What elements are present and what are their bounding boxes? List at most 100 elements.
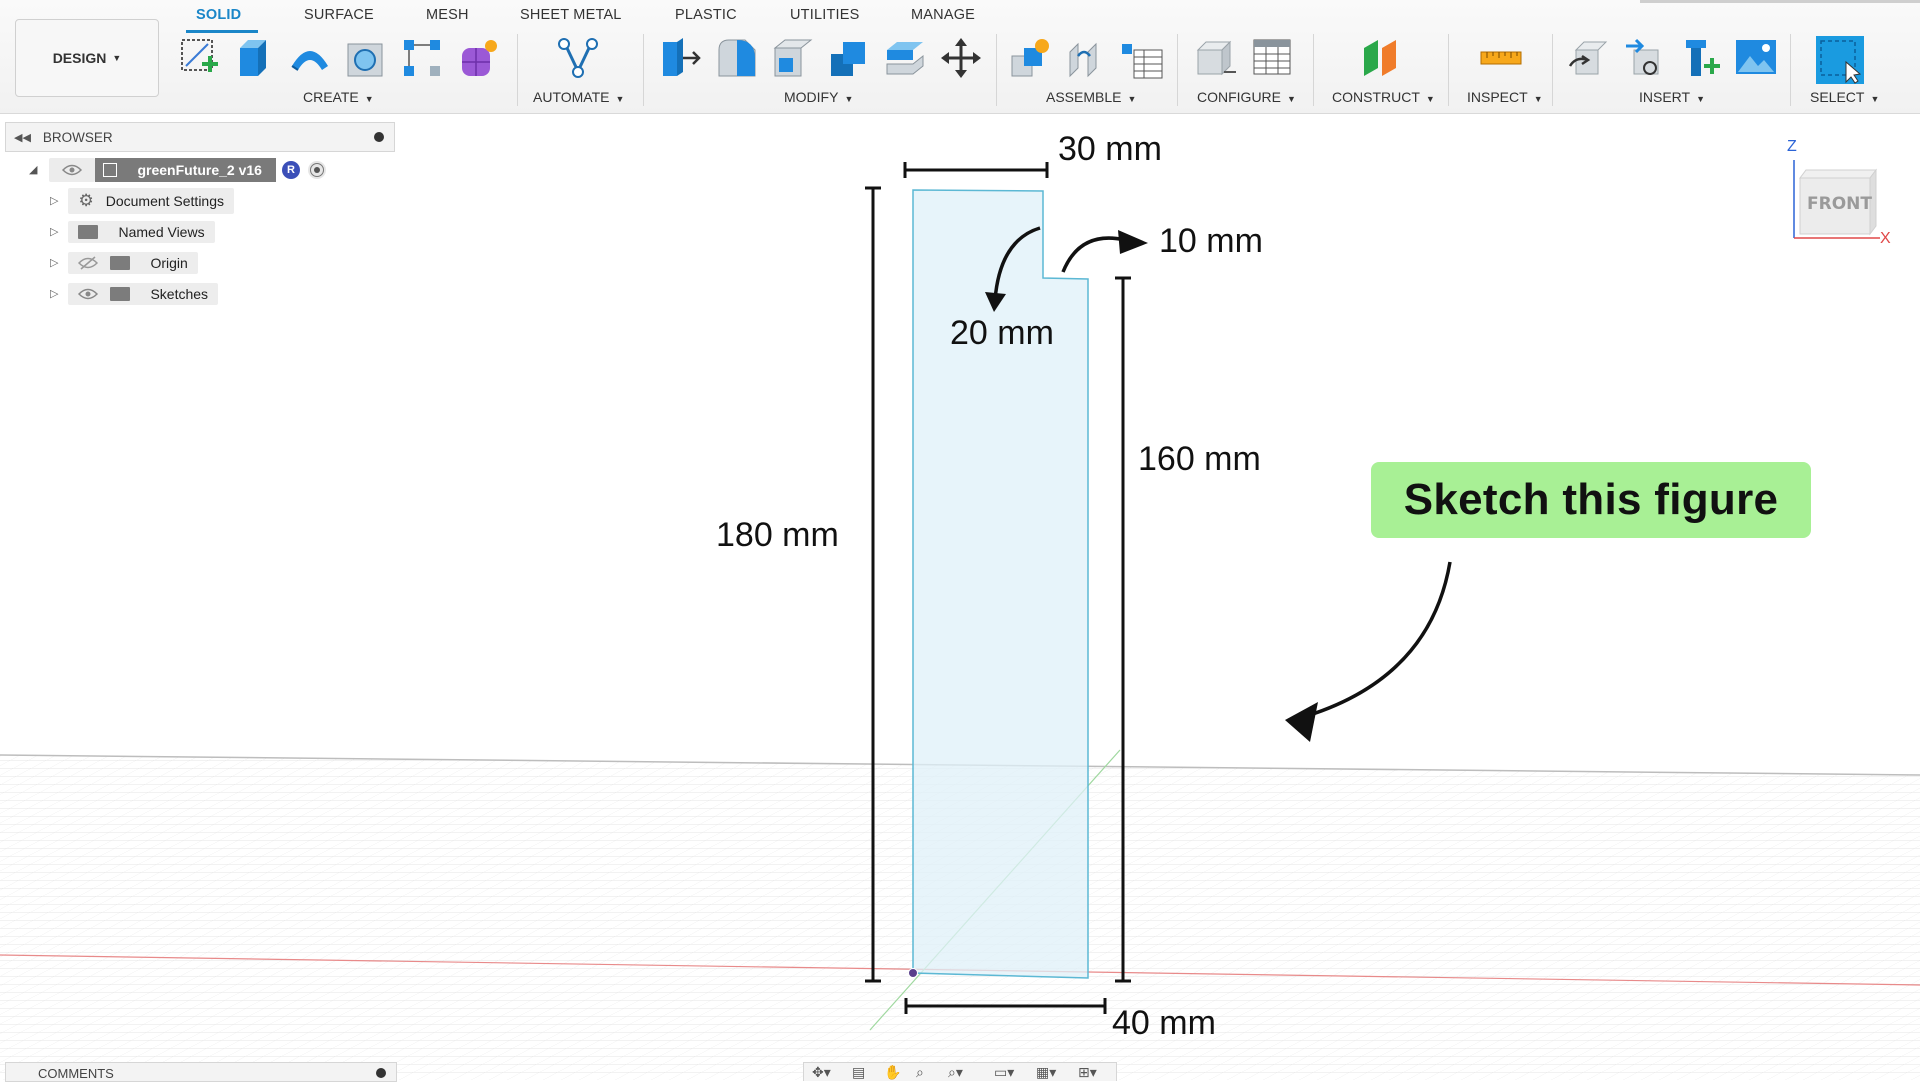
folder-icon bbox=[110, 286, 131, 301]
browser-title: BROWSER bbox=[42, 129, 113, 145]
look-at-icon[interactable]: ▤ bbox=[852, 1064, 865, 1081]
browser-item-named-views[interactable]: ▷ Named Views bbox=[5, 216, 395, 247]
browser-item-label: Sketches bbox=[150, 285, 209, 302]
group-configure-label[interactable]: CONFIGURE ▼ bbox=[1197, 89, 1296, 105]
tab-plastic[interactable]: PLASTIC bbox=[675, 7, 737, 23]
panel-pin-icon[interactable] bbox=[376, 1068, 386, 1078]
extrude-icon[interactable] bbox=[232, 36, 276, 80]
expand-triangle-icon[interactable]: ▷ bbox=[50, 194, 58, 207]
folder-icon bbox=[110, 255, 131, 270]
pattern-icon[interactable] bbox=[400, 36, 444, 80]
tab-sheet-metal[interactable]: SHEET METAL bbox=[520, 7, 622, 23]
zoom-icon[interactable]: ⌕ bbox=[916, 1064, 924, 1081]
document-name: greenFuture_2 v16 bbox=[137, 161, 262, 178]
insert-canvas-icon[interactable] bbox=[1734, 36, 1778, 80]
toolbar-divider bbox=[1552, 34, 1553, 106]
toolbar-divider bbox=[643, 34, 644, 106]
browser-item-document-settings[interactable]: ▷ ⚙ Document Settings bbox=[5, 185, 395, 216]
view-cube[interactable]: FRONT Z X bbox=[1780, 138, 1891, 253]
chevron-down-icon: ▼ bbox=[112, 53, 122, 63]
offset-faces-icon[interactable] bbox=[883, 36, 927, 80]
tab-mesh[interactable]: MESH bbox=[426, 7, 469, 23]
group-assemble-label[interactable]: ASSEMBLE ▼ bbox=[1046, 89, 1136, 105]
sketch-origin-point bbox=[908, 968, 918, 978]
tab-solid[interactable]: SOLID bbox=[196, 7, 241, 23]
tab-manage[interactable]: MANAGE bbox=[911, 7, 975, 23]
toolbar-divider bbox=[517, 34, 518, 106]
reference-badge: R bbox=[281, 160, 300, 179]
dimension-left-height: 180 mm bbox=[716, 516, 839, 554]
active-tab-indicator bbox=[186, 30, 258, 33]
comments-panel[interactable]: COMMENTS bbox=[5, 1062, 397, 1082]
workspace-label: DESIGN bbox=[52, 50, 107, 66]
group-select-label[interactable]: SELECT ▼ bbox=[1810, 89, 1879, 105]
pan-icon[interactable]: ✋ bbox=[884, 1064, 901, 1081]
group-create-label[interactable]: CREATE ▼ bbox=[303, 89, 374, 105]
x-axis-label: X bbox=[1880, 230, 1891, 247]
new-component-icon[interactable] bbox=[1008, 36, 1052, 80]
fillet-icon[interactable] bbox=[715, 36, 759, 80]
activate-radio-icon[interactable] bbox=[307, 160, 326, 179]
expand-triangle-icon[interactable]: ▷ bbox=[50, 256, 58, 269]
collapse-triangle-icon[interactable]: ◢ bbox=[29, 163, 37, 176]
select-icon[interactable] bbox=[1816, 36, 1864, 84]
toolbar-divider bbox=[1790, 34, 1791, 106]
tab-surface[interactable]: SURFACE bbox=[304, 7, 374, 23]
create-sketch-icon[interactable] bbox=[178, 36, 222, 80]
shell-icon[interactable] bbox=[771, 36, 815, 80]
dimension-step-width: 20 mm bbox=[950, 314, 1054, 352]
toolbar-divider bbox=[1313, 34, 1314, 106]
fit-icon[interactable]: ⌕▾ bbox=[948, 1064, 963, 1081]
joint-icon[interactable] bbox=[1064, 36, 1108, 80]
browser-header: ◀◀ BROWSER bbox=[5, 122, 395, 152]
automate-icon[interactable] bbox=[556, 36, 600, 80]
group-automate-label[interactable]: AUTOMATE ▼ bbox=[533, 89, 624, 105]
group-inspect-label[interactable]: INSPECT ▼ bbox=[1467, 89, 1543, 105]
expand-triangle-icon[interactable]: ▷ bbox=[50, 287, 58, 300]
configure-icon[interactable] bbox=[1194, 36, 1238, 80]
z-axis-label: Z bbox=[1787, 138, 1797, 155]
display-settings-icon[interactable]: ▭▾ bbox=[994, 1064, 1014, 1081]
browser-item-sketches[interactable]: ▷ Sketches bbox=[5, 278, 395, 309]
expand-triangle-icon[interactable]: ▷ bbox=[50, 225, 58, 238]
press-pull-icon[interactable] bbox=[659, 36, 703, 80]
view-cube-front-face[interactable]: FRONT bbox=[1807, 194, 1872, 214]
move-icon[interactable] bbox=[939, 36, 983, 80]
dimension-step-height: 10 mm bbox=[1159, 222, 1263, 260]
collapse-panel-icon[interactable]: ◀◀ bbox=[14, 131, 31, 144]
bill-of-materials-icon[interactable] bbox=[1120, 36, 1164, 80]
offset-plane-icon[interactable] bbox=[1360, 36, 1404, 80]
grid-settings-icon[interactable]: ▦▾ bbox=[1036, 1064, 1056, 1081]
visibility-eye-icon[interactable] bbox=[49, 157, 96, 182]
visibility-hidden-icon[interactable] bbox=[78, 255, 99, 270]
dimension-bottom-width: 40 mm bbox=[1112, 1004, 1216, 1042]
browser-item-origin[interactable]: ▷ Origin bbox=[5, 247, 395, 278]
visibility-eye-icon[interactable] bbox=[78, 287, 99, 301]
tab-utilities[interactable]: UTILITIES bbox=[790, 7, 859, 23]
toolbar-divider bbox=[1177, 34, 1178, 106]
group-construct-label[interactable]: CONSTRUCT ▼ bbox=[1332, 89, 1435, 105]
insert-derive-icon[interactable] bbox=[1566, 36, 1610, 80]
panel-pin-icon[interactable] bbox=[374, 132, 384, 142]
viewports-icon[interactable]: ⊞▾ bbox=[1078, 1064, 1097, 1081]
document-icon bbox=[103, 162, 118, 177]
instruction-callout: Sketch this figure bbox=[1371, 462, 1811, 538]
insert-mcmaster-icon[interactable] bbox=[1622, 36, 1666, 80]
group-modify-label[interactable]: MODIFY ▼ bbox=[784, 89, 853, 105]
form-icon[interactable] bbox=[456, 36, 500, 80]
group-insert-label[interactable]: INSERT ▼ bbox=[1639, 89, 1705, 105]
orbit-icon[interactable]: ✥▾ bbox=[812, 1064, 831, 1081]
configuration-table-icon[interactable] bbox=[1250, 36, 1294, 80]
measure-icon[interactable] bbox=[1479, 36, 1523, 80]
sketch-profile bbox=[912, 189, 1089, 979]
gear-icon: ⚙ bbox=[78, 190, 94, 210]
revolve-icon[interactable] bbox=[288, 36, 332, 80]
browser-item-label: Document Settings bbox=[105, 192, 225, 209]
browser-root-row[interactable]: ◢ greenFuture_2 v16 R bbox=[5, 154, 395, 185]
combine-icon[interactable] bbox=[827, 36, 871, 80]
workspace-dropdown[interactable]: DESIGN ▼ bbox=[15, 19, 159, 97]
folder-icon bbox=[78, 224, 99, 239]
hole-icon[interactable] bbox=[344, 36, 388, 80]
insert-fastener-icon[interactable] bbox=[1678, 36, 1722, 80]
document-name-chip[interactable]: greenFuture_2 v16 bbox=[95, 157, 276, 182]
